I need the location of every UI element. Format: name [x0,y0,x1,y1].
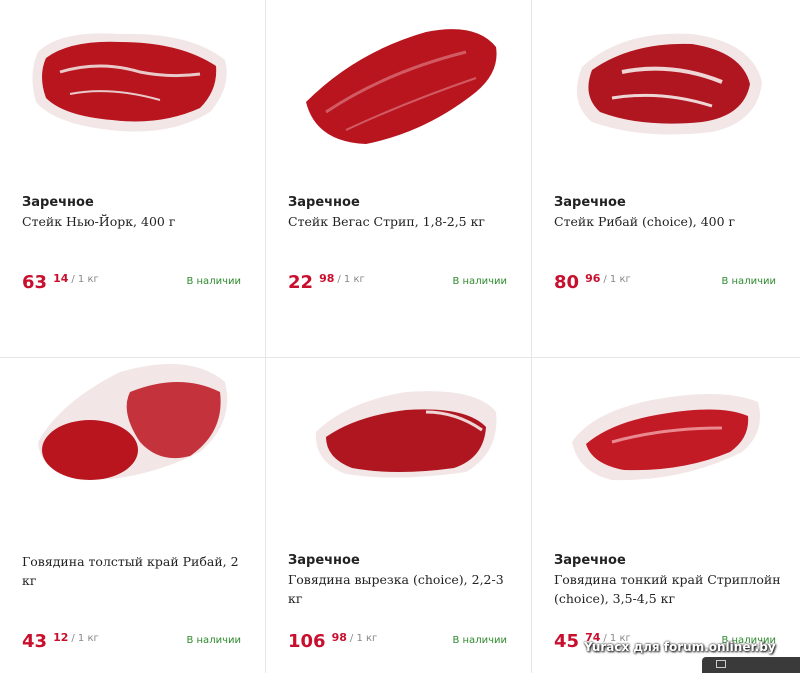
stock-status: В наличии [452,635,507,646]
product-image[interactable] [286,332,512,482]
product-grid: Заречное Стейк Нью-Йорк, 400 г 63 14/ 1 к… [0,0,800,673]
price-rubles: 22 [288,272,314,293]
price-kopecks: 14 [53,272,69,285]
corner-button[interactable] [702,657,800,673]
price-kopecks: 98 [319,272,335,285]
stock-status: В наличии [186,635,241,646]
price-kopecks: 98 [331,631,347,644]
product-image[interactable] [286,12,512,162]
product-card[interactable]: Заречное Говядина вырезка (choice), 2,2-… [266,320,532,673]
product-brand: Заречное [288,553,360,568]
stock-status: В наличии [186,276,241,287]
mail-icon [716,660,726,668]
product-image[interactable] [20,12,246,162]
product-name[interactable]: Говядина тонкий край Стриплойн (choice),… [554,570,784,608]
price-kopecks: 12 [53,631,69,644]
price-unit: / 1 кг [337,274,365,285]
product-card[interactable]: Заречное Стейк Рибай (choice), 400 г 80 9… [532,0,800,358]
price-unit: / 1 кг [71,633,99,644]
product-name[interactable]: Говядина толстый край Рибай, 2 кг [22,552,252,590]
price-kopecks: 96 [585,272,601,285]
product-card[interactable]: Заречное Стейк Нью-Йорк, 400 г 63 14/ 1 к… [0,0,266,358]
product-name[interactable]: Стейк Вегас Стрип, 1,8-2,5 кг [288,212,518,231]
price-rubles: 43 [22,631,48,652]
watermark: Yuracx для forum.onliner.by [584,640,776,654]
price-rubles: 106 [288,631,326,652]
price-unit: / 1 кг [71,274,99,285]
product-card[interactable]: Говядина толстый край Рибай, 2 кг 43 12/ … [0,320,266,673]
product-name[interactable]: Стейк Рибай (choice), 400 г [554,212,784,231]
price-unit: / 1 кг [349,633,378,644]
product-name[interactable]: Говядина вырезка (choice), 2,2-3 кг [288,570,518,608]
price-rubles: 80 [554,272,580,293]
product-image[interactable] [552,12,778,162]
product-brand: Заречное [288,195,360,210]
price-rubles: 63 [22,272,48,293]
price-rubles: 45 [554,631,580,652]
product-image[interactable] [20,332,246,482]
product-price: 43 12/ 1 кг [22,631,99,652]
product-card[interactable]: Заречное Говядина тонкий край Стриплойн … [532,320,800,673]
product-brand: Заречное [554,553,626,568]
product-brand: Заречное [22,195,94,210]
stock-status: В наличии [452,276,507,287]
product-image[interactable] [552,332,778,482]
product-brand: Заречное [554,195,626,210]
product-name[interactable]: Стейк Нью-Йорк, 400 г [22,212,252,231]
product-price: 63 14/ 1 кг [22,272,99,293]
price-unit: / 1 кг [603,274,631,285]
product-price: 106 98/ 1 кг [288,631,377,652]
stock-status: В наличии [721,276,776,287]
product-price: 80 96/ 1 кг [554,272,631,293]
product-price: 22 98/ 1 кг [288,272,365,293]
product-card[interactable]: Заречное Стейк Вегас Стрип, 1,8-2,5 кг 2… [266,0,532,358]
